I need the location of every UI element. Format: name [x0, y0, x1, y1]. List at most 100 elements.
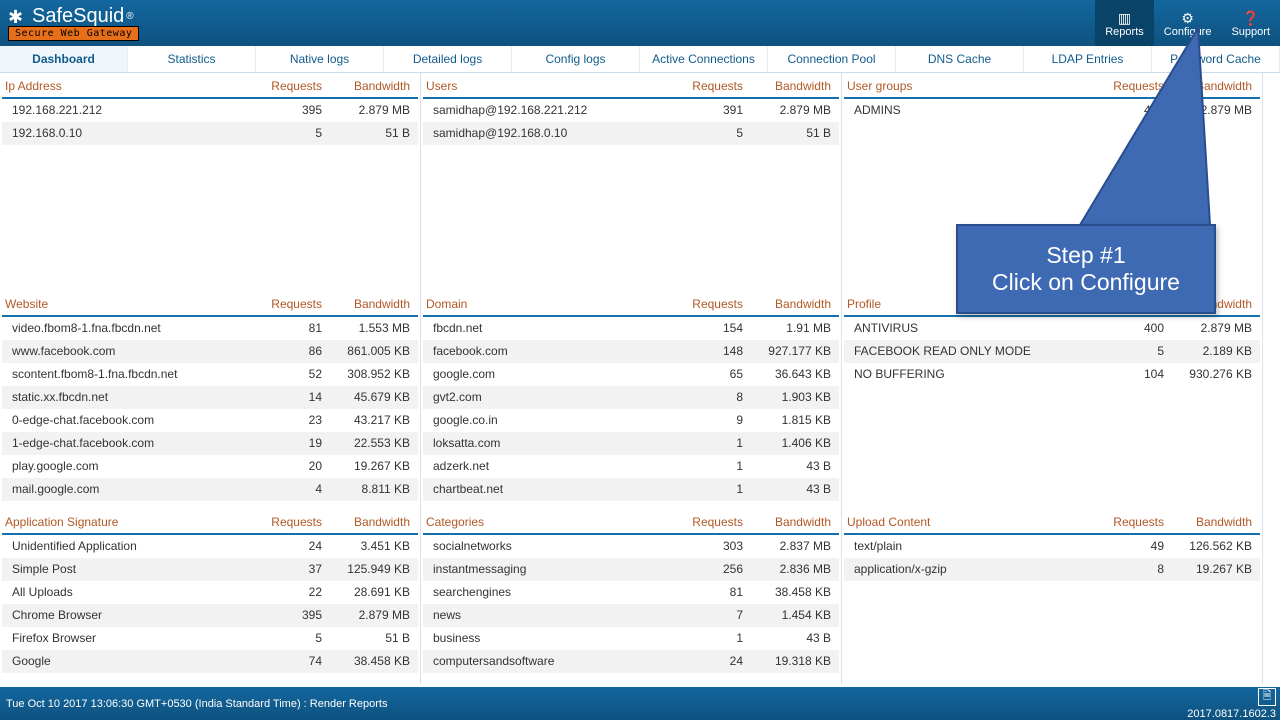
- col-name[interactable]: Upload Content: [847, 515, 1076, 529]
- table-row[interactable]: computersandsoftware2419.318 KB: [423, 650, 839, 673]
- table-row[interactable]: All Uploads2228.691 KB: [2, 581, 418, 604]
- table-row[interactable]: Firefox Browser551 B: [2, 627, 418, 650]
- cell-requests: 8: [655, 390, 743, 405]
- col-requests[interactable]: Requests: [655, 297, 743, 311]
- tab-active-connections[interactable]: Active Connections: [640, 46, 768, 72]
- logo: ✱ SafeSquid ® Secure Web Gateway: [8, 5, 139, 41]
- table-row[interactable]: 192.168.221.2123952.879 MB: [2, 99, 418, 122]
- col-requests[interactable]: Requests: [1076, 79, 1164, 93]
- col-requests[interactable]: Requests: [234, 297, 322, 311]
- table-row[interactable]: 192.168.0.10551 B: [2, 122, 418, 145]
- tab-config-logs[interactable]: Config logs: [512, 46, 640, 72]
- table-row[interactable]: video.fbom8-1.fna.fbcdn.net811.553 MB: [2, 317, 418, 340]
- table-row[interactable]: socialnetworks3032.837 MB: [423, 535, 839, 558]
- table-row[interactable]: adzerk.net143 B: [423, 455, 839, 478]
- nav-configure[interactable]: ⚙ Configure: [1154, 0, 1222, 46]
- cell-bandwidth: 126.562 KB: [1164, 539, 1252, 554]
- nav-support[interactable]: ❓ Support: [1221, 0, 1280, 46]
- table-row[interactable]: Google7438.458 KB: [2, 650, 418, 673]
- cell-name: google.co.in: [433, 413, 655, 428]
- table-row[interactable]: Simple Post37125.949 KB: [2, 558, 418, 581]
- tab-dashboard[interactable]: Dashboard: [0, 46, 128, 72]
- col-requests[interactable]: Requests: [1076, 515, 1164, 529]
- table-row[interactable]: 1-edge-chat.facebook.com1922.553 KB: [2, 432, 418, 455]
- cell-bandwidth: 2.837 MB: [743, 539, 831, 554]
- table-row[interactable]: gvt2.com81.903 KB: [423, 386, 839, 409]
- panel-body: ANTIVIRUS4002.879 MBFACEBOOK READ ONLY M…: [844, 317, 1260, 509]
- table-row[interactable]: facebook.com148927.177 KB: [423, 340, 839, 363]
- table-row[interactable]: application/x-gzip819.267 KB: [844, 558, 1260, 581]
- col-requests[interactable]: Requests: [655, 515, 743, 529]
- table-row[interactable]: Unidentified Application243.451 KB: [2, 535, 418, 558]
- table-row[interactable]: play.google.com2019.267 KB: [2, 455, 418, 478]
- table-row[interactable]: www.facebook.com86861.005 KB: [2, 340, 418, 363]
- cell-requests: 49: [1076, 539, 1164, 554]
- col-name[interactable]: Categories: [426, 515, 655, 529]
- cell-bandwidth: 2.879 MB: [322, 103, 410, 118]
- panel-header: DomainRequestsBandwidth: [423, 291, 839, 317]
- tab-statistics[interactable]: Statistics: [128, 46, 256, 72]
- col-bandwidth[interactable]: Bandwidth: [322, 297, 410, 311]
- table-row[interactable]: mail.google.com48.811 KB: [2, 478, 418, 501]
- table-row[interactable]: google.com6536.643 KB: [423, 363, 839, 386]
- cell-bandwidth: 19.318 KB: [743, 654, 831, 669]
- col-bandwidth[interactable]: Bandwidth: [322, 515, 410, 529]
- col-requests[interactable]: Requests: [234, 515, 322, 529]
- cell-requests: 52: [234, 367, 322, 382]
- table-row[interactable]: ANTIVIRUS4002.879 MB: [844, 317, 1260, 340]
- cell-name: searchengines: [433, 585, 655, 600]
- table-row[interactable]: news71.454 KB: [423, 604, 839, 627]
- table-row[interactable]: samidhap@192.168.221.2123912.879 MB: [423, 99, 839, 122]
- table-row[interactable]: FACEBOOK READ ONLY MODE52.189 KB: [844, 340, 1260, 363]
- table-row[interactable]: loksatta.com11.406 KB: [423, 432, 839, 455]
- nav-support-label: Support: [1231, 26, 1270, 38]
- table-row[interactable]: samidhap@192.168.0.10551 B: [423, 122, 839, 145]
- col-name[interactable]: Ip Address: [5, 79, 234, 93]
- cell-requests: 24: [234, 539, 322, 554]
- col-requests[interactable]: Requests: [234, 79, 322, 93]
- cell-name: mail.google.com: [12, 482, 234, 497]
- col-name[interactable]: Application Signature: [5, 515, 234, 529]
- tab-connection-pool[interactable]: Connection Pool: [768, 46, 896, 72]
- col-bandwidth[interactable]: Bandwidth: [743, 297, 831, 311]
- col-name[interactable]: Users: [426, 79, 655, 93]
- col-bandwidth[interactable]: Bandwidth: [1164, 515, 1252, 529]
- cell-requests: 154: [655, 321, 743, 336]
- table-row[interactable]: text/plain49126.562 KB: [844, 535, 1260, 558]
- tab-password-cache[interactable]: Password Cache: [1152, 46, 1280, 72]
- col-name[interactable]: User groups: [847, 79, 1076, 93]
- col-name[interactable]: Website: [5, 297, 234, 311]
- table-row[interactable]: instantmessaging2562.836 MB: [423, 558, 839, 581]
- table-row[interactable]: NO BUFFERING104930.276 KB: [844, 363, 1260, 386]
- table-row[interactable]: google.co.in91.815 KB: [423, 409, 839, 432]
- tab-native-logs[interactable]: Native logs: [256, 46, 384, 72]
- cell-requests: 81: [655, 585, 743, 600]
- table-row[interactable]: Chrome Browser3952.879 MB: [2, 604, 418, 627]
- table-row[interactable]: scontent.fbom8-1.fna.fbcdn.net52308.952 …: [2, 363, 418, 386]
- table-row[interactable]: business143 B: [423, 627, 839, 650]
- cell-requests: 81: [234, 321, 322, 336]
- col-bandwidth[interactable]: Bandwidth: [743, 515, 831, 529]
- cell-requests: 86: [234, 344, 322, 359]
- col-bandwidth[interactable]: Bandwidth: [322, 79, 410, 93]
- nav-reports[interactable]: ▥ Reports: [1095, 0, 1154, 46]
- doc-icon[interactable]: 🗎: [1258, 688, 1276, 706]
- table-row[interactable]: static.xx.fbcdn.net1445.679 KB: [2, 386, 418, 409]
- cell-bandwidth: 43 B: [743, 459, 831, 474]
- col-requests[interactable]: Requests: [655, 79, 743, 93]
- cell-name: Google: [12, 654, 234, 669]
- table-row[interactable]: chartbeat.net143 B: [423, 478, 839, 501]
- col-bandwidth[interactable]: Bandwidth: [1164, 79, 1252, 93]
- cell-bandwidth: 2.879 MB: [743, 103, 831, 118]
- table-row[interactable]: 0-edge-chat.facebook.com2343.217 KB: [2, 409, 418, 432]
- cell-requests: 65: [655, 367, 743, 382]
- table-row[interactable]: searchengines8138.458 KB: [423, 581, 839, 604]
- table-row[interactable]: fbcdn.net1541.91 MB: [423, 317, 839, 340]
- col-bandwidth[interactable]: Bandwidth: [743, 79, 831, 93]
- tab-ldap-entries[interactable]: LDAP Entries: [1024, 46, 1152, 72]
- tab-detailed-logs[interactable]: Detailed logs: [384, 46, 512, 72]
- tab-dns-cache[interactable]: DNS Cache: [896, 46, 1024, 72]
- cell-bandwidth: 927.177 KB: [743, 344, 831, 359]
- col-name[interactable]: Domain: [426, 297, 655, 311]
- table-row[interactable]: ADMINS4002.879 MB: [844, 99, 1260, 122]
